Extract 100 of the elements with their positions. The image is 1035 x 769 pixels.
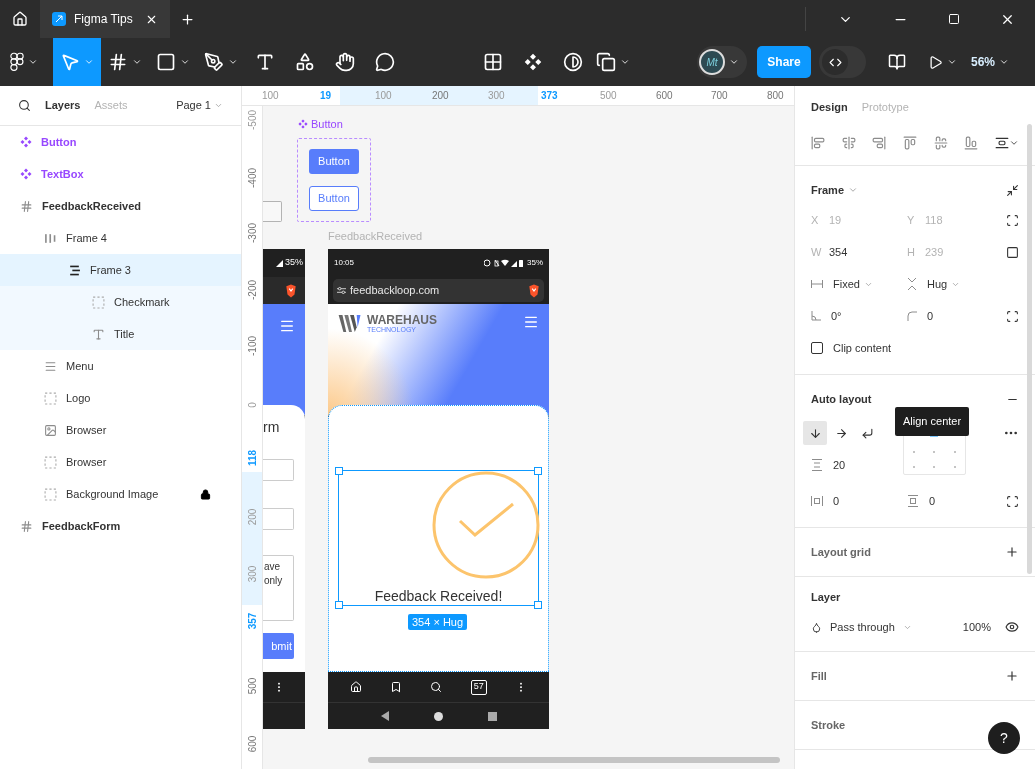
present-button[interactable] bbox=[928, 54, 957, 70]
address-bar[interactable]: feedbackloop.com bbox=[333, 279, 544, 302]
page-dropdown[interactable]: Page 1 bbox=[176, 97, 223, 114]
resize-icon[interactable] bbox=[1006, 245, 1019, 259]
property-field[interactable]: 0 bbox=[907, 487, 1003, 515]
back-icon[interactable] bbox=[380, 711, 389, 721]
frame-icon bbox=[20, 519, 33, 533]
component-icon bbox=[20, 136, 32, 148]
panel-tab[interactable]: Layers bbox=[45, 97, 81, 114]
textarea-line: only bbox=[264, 574, 284, 588]
resize-handle[interactable] bbox=[534, 467, 542, 475]
textarea-line: ave bbox=[264, 560, 282, 574]
ruler-label: 100 bbox=[262, 89, 279, 103]
resize-handle[interactable] bbox=[335, 601, 343, 609]
ruler-label: 700 bbox=[711, 89, 728, 103]
layer-name: Browser bbox=[66, 422, 107, 438]
field-value: 239 bbox=[925, 244, 944, 260]
size-badge: 354 × Hug bbox=[408, 614, 468, 630]
input-field bbox=[263, 508, 294, 530]
section-title: Fill bbox=[811, 668, 827, 684]
component-label: Button bbox=[311, 117, 343, 132]
right-arrow-icon bbox=[834, 426, 848, 440]
eye-icon[interactable] bbox=[1005, 620, 1019, 634]
layer-name: Logo bbox=[66, 390, 91, 406]
tooltip: Align center bbox=[895, 407, 970, 436]
add-icon[interactable] bbox=[1005, 545, 1019, 559]
field-value: 0° bbox=[831, 308, 842, 324]
chevron-icon bbox=[214, 101, 223, 110]
image-icon bbox=[44, 423, 57, 437]
chevron-icon bbox=[180, 57, 190, 67]
align-bottom-icon[interactable] bbox=[964, 135, 979, 150]
bookmark-icon[interactable] bbox=[390, 681, 403, 693]
dashed-square-icon bbox=[44, 455, 57, 469]
form-heading: rm bbox=[263, 418, 280, 437]
rectangle-icon bbox=[156, 52, 176, 72]
library-icon[interactable] bbox=[888, 53, 906, 71]
height-mode-dropdown[interactable]: Hug bbox=[907, 275, 1003, 293]
button-variant[interactable]: Button bbox=[309, 149, 359, 174]
file-tab[interactable]: Figma Tips bbox=[40, 0, 170, 38]
hand-icon bbox=[335, 52, 355, 72]
align-left-icon[interactable] bbox=[811, 135, 825, 150]
dev-mode-toggle[interactable] bbox=[819, 46, 866, 78]
droplet-icon bbox=[811, 621, 822, 633]
tab-title: Figma Tips bbox=[74, 11, 133, 28]
submit-button[interactable]: bmit bbox=[263, 633, 294, 659]
new-tab-icon[interactable] bbox=[180, 11, 195, 27]
input-field bbox=[263, 459, 294, 481]
distribute-button[interactable] bbox=[994, 135, 1019, 150]
property-field[interactable]: 0 bbox=[907, 302, 1003, 330]
ruler-label: 19 bbox=[320, 89, 332, 103]
section-title: Layer bbox=[811, 590, 842, 605]
layer-row[interactable]: Title bbox=[0, 318, 241, 350]
align-right-icon[interactable] bbox=[872, 135, 887, 150]
align-vertical-center-icon[interactable] bbox=[933, 135, 948, 150]
property-field[interactable]: 0 bbox=[811, 487, 907, 515]
home-circle-icon[interactable] bbox=[433, 711, 443, 721]
align-horizontal-center-icon[interactable] bbox=[841, 135, 856, 150]
position-icon[interactable] bbox=[1006, 213, 1019, 227]
blend-mode-dropdown[interactable]: Pass through bbox=[811, 618, 912, 636]
align-top-icon[interactable] bbox=[902, 135, 917, 150]
status-icons bbox=[484, 259, 524, 267]
selection-box[interactable]: Feedback Received! bbox=[338, 470, 539, 606]
chevron-icon bbox=[620, 57, 630, 67]
text-icon bbox=[255, 52, 275, 72]
chevron-icon bbox=[947, 57, 957, 67]
component-icon bbox=[20, 168, 32, 180]
resize-handle[interactable] bbox=[335, 467, 343, 475]
padding-icon[interactable] bbox=[1006, 494, 1019, 508]
panel-tab[interactable]: Design bbox=[811, 98, 848, 116]
layer-row[interactable]: Frame 3 bbox=[0, 254, 241, 286]
wrap-arrow-icon bbox=[860, 426, 874, 440]
down-arrow-button[interactable] bbox=[803, 421, 827, 445]
chevron-icon bbox=[84, 57, 94, 67]
tune-icon bbox=[337, 286, 346, 295]
width-mode-dropdown[interactable]: Fixed bbox=[811, 275, 907, 293]
resize-handle[interactable] bbox=[534, 601, 542, 609]
home-icon[interactable] bbox=[350, 681, 363, 693]
button-variant[interactable]: Button bbox=[309, 186, 359, 211]
collaborator-button[interactable]: Mt bbox=[697, 46, 747, 78]
search-icon[interactable] bbox=[18, 99, 31, 112]
zoom-dropdown[interactable]: 56% bbox=[971, 53, 1010, 71]
shrink-icon[interactable] bbox=[1006, 183, 1019, 197]
menu-icon[interactable] bbox=[523, 314, 539, 330]
property-field[interactable]: 0° bbox=[811, 302, 907, 330]
ruler-label: -500 bbox=[246, 110, 259, 130]
corners-icon[interactable] bbox=[1006, 309, 1019, 323]
search-icon[interactable] bbox=[430, 681, 443, 693]
layer-name: Checkmark bbox=[114, 294, 170, 310]
layer-row[interactable]: Checkmark bbox=[0, 286, 241, 318]
maximize-icon[interactable] bbox=[948, 13, 960, 25]
chevron-icon bbox=[228, 57, 238, 67]
contrast-icon bbox=[563, 52, 583, 72]
property-field[interactable]: W 354 bbox=[811, 238, 907, 266]
help-button[interactable]: ? bbox=[988, 722, 1020, 754]
menu-icon[interactable] bbox=[279, 318, 295, 334]
tab-count-button[interactable]: 57 bbox=[470, 679, 487, 695]
recents-icon[interactable] bbox=[487, 711, 497, 721]
add-icon[interactable] bbox=[1005, 669, 1019, 683]
checkbox[interactable] bbox=[811, 342, 823, 354]
home-icon[interactable] bbox=[12, 11, 28, 27]
